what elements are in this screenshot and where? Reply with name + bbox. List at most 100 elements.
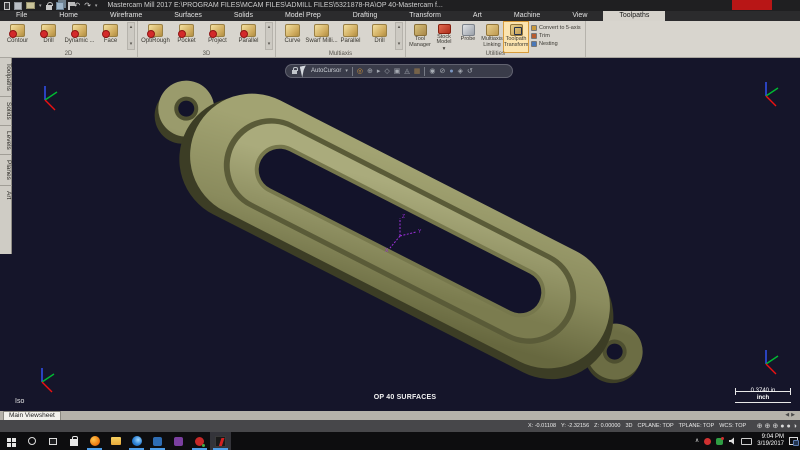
viewsheet-tab-main[interactable]: Main Viewsheet xyxy=(3,411,61,420)
tab-machine[interactable]: Machine xyxy=(498,11,556,21)
tray-red-status-icon[interactable] xyxy=(704,437,712,445)
contour-button[interactable]: Contour xyxy=(2,22,33,52)
tab-wireframe[interactable]: Wireframe xyxy=(94,11,158,21)
tab-art[interactable]: Art xyxy=(457,11,498,21)
save-all-icon[interactable] xyxy=(55,1,64,10)
curve-button[interactable]: Curve xyxy=(278,22,307,52)
undo-icon[interactable]: ↶ xyxy=(74,1,81,10)
new-file-icon[interactable] xyxy=(4,1,10,10)
open-dropdown-caret-icon[interactable]: ▾ xyxy=(39,2,42,10)
3d-viewport-canvas[interactable]: Z Y X xyxy=(12,58,800,411)
polygon-selection-icon[interactable]: ◈ xyxy=(458,68,463,75)
drill-button[interactable]: Drill xyxy=(33,22,64,52)
tab-view[interactable]: View xyxy=(556,11,603,21)
gnomon-toggle-icon[interactable]: ⊕ xyxy=(765,423,771,430)
undo-selection-icon[interactable]: ↺ xyxy=(467,68,473,75)
snap-settings-icon[interactable]: ◎ xyxy=(357,68,363,75)
scroll-down-icon[interactable]: ▾ xyxy=(398,42,401,47)
blue-app-button[interactable] xyxy=(147,432,168,450)
redo-icon[interactable]: ↷ xyxy=(84,1,91,10)
trim-button[interactable]: Trim xyxy=(531,33,581,39)
autocursor-pointer-icon[interactable] xyxy=(299,64,309,78)
tray-green-status-icon[interactable] xyxy=(716,436,725,445)
scroll-up-icon[interactable]: ▴ xyxy=(130,25,133,30)
store-button[interactable] xyxy=(63,432,84,450)
display-toggle-icon[interactable]: ● xyxy=(780,423,784,430)
tab-transform[interactable]: Transform xyxy=(393,11,457,21)
tool-manager-button[interactable]: Tool Manager xyxy=(408,22,432,52)
gallery-scroll-multiaxis[interactable]: ▴ ▾ xyxy=(395,22,403,50)
gallery-scroll-3d[interactable]: ▴ ▾ xyxy=(265,22,273,50)
parallel-multiaxis-button[interactable]: Parallel xyxy=(336,22,365,52)
dynamic-mill-button[interactable]: Dynamic ... xyxy=(64,22,95,52)
panel-tab-planes[interactable]: Planes xyxy=(0,155,12,187)
blue-swirl-app-button[interactable] xyxy=(126,432,147,450)
convert-to-5axis-button[interactable]: Convert to 5-axis xyxy=(531,25,581,31)
tab-drafting[interactable]: Drafting xyxy=(337,11,394,21)
action-center-icon[interactable] xyxy=(789,437,799,446)
quadrant-snap-icon[interactable]: ▣ xyxy=(394,68,401,75)
face-button[interactable]: Face xyxy=(95,22,126,52)
cortana-button[interactable] xyxy=(21,432,42,450)
taskbar-clock[interactable]: 9:04 PM 3/19/2017 xyxy=(757,434,784,448)
selection-mode-icon[interactable]: ◉ xyxy=(429,68,435,75)
stock-model-button[interactable]: Stock Model ▾ xyxy=(432,22,456,52)
toolpath-transform-button[interactable]: Toolpath Transform xyxy=(503,21,529,53)
flag-icon[interactable] xyxy=(67,1,75,10)
gnomon-toggle-icon[interactable]: ⊕ xyxy=(757,423,763,430)
tplane-selector[interactable]: TPLANE: TOP xyxy=(679,423,715,429)
tray-expand-icon[interactable]: ∧ xyxy=(695,438,699,444)
angle-snap-icon[interactable]: ◬ xyxy=(404,68,409,75)
qat-customize-caret-icon[interactable]: ▾ xyxy=(95,2,98,10)
panel-tab-levels[interactable]: Levels xyxy=(0,126,12,156)
scroll-up-icon[interactable]: ▴ xyxy=(268,25,271,30)
pocket-button[interactable]: Pocket xyxy=(171,22,202,52)
drill-multiaxis-button[interactable]: Drill xyxy=(365,22,394,52)
display-toggle-icon[interactable]: ◑ xyxy=(793,423,797,430)
file-explorer-button[interactable] xyxy=(105,432,126,450)
display-toggle-icon[interactable]: ● xyxy=(787,423,791,430)
probe-button[interactable]: Probe xyxy=(456,22,480,52)
unlock-icon[interactable] xyxy=(292,67,298,74)
firefox-button[interactable] xyxy=(84,432,105,450)
autocursor-caret-icon[interactable]: ▾ xyxy=(345,68,348,74)
gallery-scroll-2d[interactable]: ▴ ▾ xyxy=(127,22,135,50)
touch-keyboard-icon[interactable] xyxy=(741,437,753,445)
mastercam-taskbar-button[interactable] xyxy=(210,432,231,450)
purple-app-button[interactable] xyxy=(168,432,189,450)
autocursor-label[interactable]: AutoCursor xyxy=(311,68,341,74)
wcs-selector[interactable]: WCS: TOP xyxy=(719,423,746,429)
tab-model-prep[interactable]: Model Prep xyxy=(269,11,337,21)
tab-file[interactable]: File xyxy=(0,11,43,21)
open-file-icon[interactable] xyxy=(26,2,35,9)
tab-surfaces[interactable]: Surfaces xyxy=(158,11,218,21)
red-app-button[interactable] xyxy=(189,432,210,450)
arc-center-icon[interactable]: ▸ xyxy=(377,68,381,75)
lock-icon[interactable] xyxy=(45,1,53,10)
tab-toolpaths[interactable]: Toolpaths xyxy=(603,11,666,21)
volume-icon[interactable] xyxy=(728,437,736,445)
panel-tab-toolpaths[interactable]: Toolpaths xyxy=(0,58,12,97)
project-button[interactable]: Project xyxy=(202,22,233,52)
gnomon-toggle-icon[interactable]: ⊕ xyxy=(772,423,778,430)
panel-tab-art[interactable]: Art xyxy=(0,186,12,204)
optirough-button[interactable]: OptiRough xyxy=(140,22,171,52)
tab-solids[interactable]: Solids xyxy=(218,11,269,21)
panel-tab-solids[interactable]: Solids xyxy=(0,97,12,126)
endpoint-snap-icon[interactable]: ◇ xyxy=(384,68,389,75)
viewsheet-scroll-arrows[interactable]: ◀▶ xyxy=(785,412,797,418)
swarf-milling-button[interactable]: Swarf Milli... xyxy=(305,22,338,52)
mask-selection-icon[interactable]: ⊘ xyxy=(440,68,446,75)
viewsheet-right-icon[interactable]: ▶ xyxy=(791,412,797,418)
tab-home[interactable]: Home xyxy=(43,11,94,21)
nesting-button[interactable]: Nesting xyxy=(531,41,581,47)
cplane-selector[interactable]: CPLANE: TOP xyxy=(638,423,674,429)
parallel-button[interactable]: Parallel xyxy=(233,22,264,52)
start-button[interactable] xyxy=(0,432,21,450)
task-view-button[interactable] xyxy=(42,432,63,450)
mode-2d3d-toggle[interactable]: 3D xyxy=(625,423,632,429)
scroll-down-icon[interactable]: ▾ xyxy=(130,42,133,47)
scroll-down-icon[interactable]: ▾ xyxy=(268,42,271,47)
save-icon[interactable] xyxy=(14,1,22,10)
grid-snap-icon[interactable]: ▦ xyxy=(414,68,421,75)
